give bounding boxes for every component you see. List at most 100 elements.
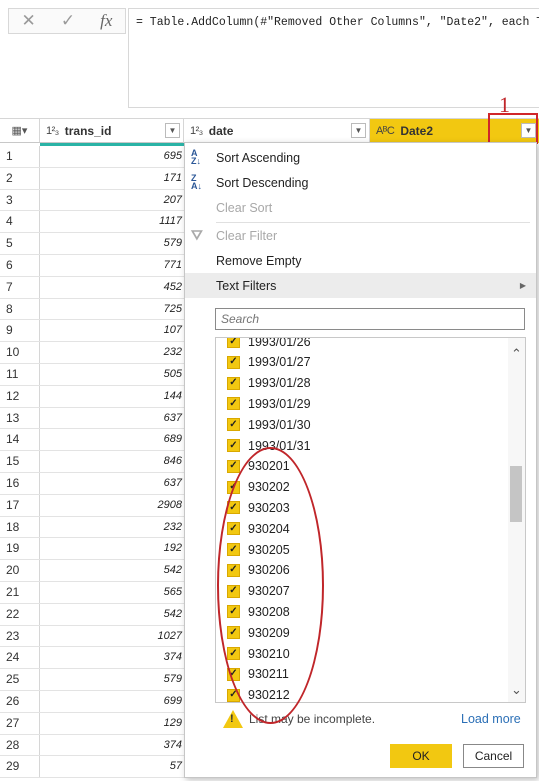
checkbox-checked-icon[interactable]: ✓ bbox=[227, 397, 240, 411]
table-row[interactable]: 22 542 bbox=[0, 603, 184, 626]
table-row[interactable]: 16 637 bbox=[0, 472, 184, 495]
formula-input[interactable]: = Table.AddColumn(#"Removed Other Column… bbox=[128, 8, 539, 108]
trans-id-cell[interactable]: 771 bbox=[40, 255, 184, 276]
trans-id-cell[interactable]: 232 bbox=[40, 517, 184, 538]
number-type-icon[interactable]: 1²₃ bbox=[190, 125, 203, 137]
table-row[interactable]: 13 637 bbox=[0, 407, 184, 430]
sort-ascending-item[interactable]: A Z↓ Sort Ascending bbox=[185, 145, 536, 170]
table-row[interactable]: 23 1027 bbox=[0, 625, 184, 648]
value-checkbox-item[interactable]: ✓ 1993/01/29 bbox=[227, 393, 311, 414]
trans-id-cell[interactable]: 542 bbox=[40, 604, 184, 625]
value-label: 1993/01/26 bbox=[248, 337, 311, 349]
table-row[interactable]: 9 107 bbox=[0, 320, 184, 343]
table-row[interactable]: 6 771 bbox=[0, 254, 184, 277]
sort-ascending-icon: A Z↓ bbox=[191, 148, 201, 166]
trans-id-cell[interactable]: 129 bbox=[40, 713, 184, 734]
table-row[interactable]: 2 171 bbox=[0, 167, 184, 190]
table-row[interactable]: 10 232 bbox=[0, 342, 184, 364]
value-label: 1993/01/28 bbox=[248, 376, 311, 391]
scroll-up-icon[interactable]: ⌃ bbox=[508, 346, 525, 362]
check-icon[interactable]: ✓ bbox=[61, 11, 75, 31]
value-checkbox-item[interactable]: ✓ 1993/01/28 bbox=[227, 373, 311, 394]
table-row[interactable]: 5 579 bbox=[0, 233, 184, 255]
table-menu-icon[interactable]: ▦▾ bbox=[0, 119, 40, 142]
trans-id-cell[interactable]: 232 bbox=[40, 342, 184, 363]
text-filters-item[interactable]: Text Filters ▶ bbox=[185, 273, 536, 298]
trans-id-cell[interactable]: 505 bbox=[40, 364, 184, 385]
clear-sort-item[interactable]: Clear Sort bbox=[185, 195, 536, 220]
trans-id-cell[interactable]: 2908 bbox=[40, 495, 184, 516]
scrollbar-thumb[interactable] bbox=[510, 466, 522, 522]
table-row[interactable]: 12 144 bbox=[0, 385, 184, 408]
table-row[interactable]: 24 374 bbox=[0, 647, 184, 670]
checkbox-checked-icon[interactable]: ✓ bbox=[227, 355, 240, 369]
column-header-trans-id[interactable]: 1²₃ trans_id ▼ bbox=[40, 119, 184, 143]
number-type-icon[interactable]: 1²₃ bbox=[46, 125, 59, 137]
trans-id-cell[interactable]: 207 bbox=[40, 190, 184, 211]
table-row[interactable]: 1 695 bbox=[0, 146, 184, 168]
table-row[interactable]: 25 579 bbox=[0, 669, 184, 691]
trans-id-cell[interactable]: 374 bbox=[40, 647, 184, 668]
trans-id-cell[interactable]: 542 bbox=[40, 560, 184, 581]
table-row[interactable]: 4 1117 bbox=[0, 211, 184, 234]
clear-filter-item[interactable]: ⛛ Clear Filter bbox=[185, 223, 536, 248]
table-row[interactable]: 15 846 bbox=[0, 451, 184, 473]
table-row[interactable]: 28 374 bbox=[0, 734, 184, 757]
column-header-date[interactable]: 1²₃ date ▼ bbox=[184, 119, 370, 143]
filter-dropdown-icon[interactable]: ▼ bbox=[165, 123, 180, 138]
table-row[interactable]: 7 452 bbox=[0, 276, 184, 299]
table-row[interactable]: 11 505 bbox=[0, 363, 184, 386]
list-scrollbar[interactable]: ⌃ ⌄ bbox=[508, 338, 525, 702]
cancel-button[interactable]: Cancel bbox=[463, 744, 524, 768]
trans-id-cell[interactable]: 565 bbox=[40, 582, 184, 603]
table-row[interactable]: 20 542 bbox=[0, 560, 184, 582]
remove-empty-item[interactable]: Remove Empty bbox=[185, 248, 536, 273]
trans-id-cell[interactable]: 1027 bbox=[40, 626, 184, 647]
value-checkbox-item[interactable]: ✓ 1993/01/30 bbox=[227, 414, 311, 435]
checkbox-checked-icon[interactable]: ✓ bbox=[227, 439, 240, 452]
trans-id-cell[interactable]: 689 bbox=[40, 429, 184, 450]
trans-id-cell[interactable]: 144 bbox=[40, 386, 184, 407]
cancel-icon[interactable]: ✕ bbox=[22, 11, 36, 31]
checkbox-checked-icon[interactable]: ✓ bbox=[227, 459, 240, 473]
checkbox-checked-icon[interactable]: ✓ bbox=[227, 376, 240, 390]
checkbox-checked-icon[interactable]: ✓ bbox=[227, 338, 240, 348]
table-row[interactable]: 27 129 bbox=[0, 712, 184, 735]
text-type-icon[interactable]: AᴮC bbox=[376, 125, 395, 137]
table-row[interactable]: 14 689 bbox=[0, 429, 184, 452]
trans-id-cell[interactable]: 725 bbox=[40, 299, 184, 320]
fx-icon[interactable]: fx bbox=[100, 11, 112, 31]
scroll-down-icon[interactable]: ⌄ bbox=[508, 682, 525, 698]
table-row[interactable]: 8 725 bbox=[0, 298, 184, 321]
trans-id-cell[interactable]: 637 bbox=[40, 473, 184, 494]
filter-dropdown-icon[interactable]: ▼ bbox=[351, 123, 366, 138]
trans-id-cell[interactable]: 57 bbox=[40, 756, 184, 777]
trans-id-cell[interactable]: 695 bbox=[40, 146, 184, 167]
checkbox-checked-icon[interactable]: ✓ bbox=[227, 418, 240, 432]
trans-id-cell[interactable]: 637 bbox=[40, 408, 184, 429]
sort-descending-item[interactable]: Z A↓ Sort Descending bbox=[185, 170, 536, 195]
table-row[interactable]: 29 57 bbox=[0, 756, 184, 779]
table-row[interactable]: 19 192 bbox=[0, 538, 184, 561]
trans-id-cell[interactable]: 171 bbox=[40, 168, 184, 189]
trans-id-cell[interactable]: 579 bbox=[40, 233, 184, 254]
trans-id-cell[interactable]: 374 bbox=[40, 735, 184, 756]
trans-id-cell[interactable]: 452 bbox=[40, 277, 184, 298]
trans-id-cell[interactable]: 192 bbox=[40, 538, 184, 559]
value-checkbox-item[interactable]: ✓ 1993/01/26 bbox=[227, 337, 311, 352]
trans-id-cell[interactable]: 107 bbox=[40, 320, 184, 341]
trans-id-cell[interactable]: 846 bbox=[40, 451, 184, 472]
load-more-link[interactable]: Load more bbox=[461, 712, 521, 726]
ok-button[interactable]: OK bbox=[390, 744, 452, 768]
trans-id-cell[interactable]: 699 bbox=[40, 691, 184, 712]
table-row[interactable]: 18 232 bbox=[0, 516, 184, 539]
table-row[interactable]: 26 699 bbox=[0, 690, 184, 713]
column-name: date bbox=[208, 124, 234, 138]
value-checkbox-item[interactable]: ✓ 1993/01/27 bbox=[227, 352, 311, 373]
trans-id-cell[interactable]: 579 bbox=[40, 669, 184, 690]
table-row[interactable]: 21 565 bbox=[0, 581, 184, 604]
table-row[interactable]: 17 2908 bbox=[0, 494, 184, 517]
search-input[interactable] bbox=[215, 308, 525, 330]
table-row[interactable]: 3 207 bbox=[0, 189, 184, 212]
trans-id-cell[interactable]: 1117 bbox=[40, 211, 184, 232]
